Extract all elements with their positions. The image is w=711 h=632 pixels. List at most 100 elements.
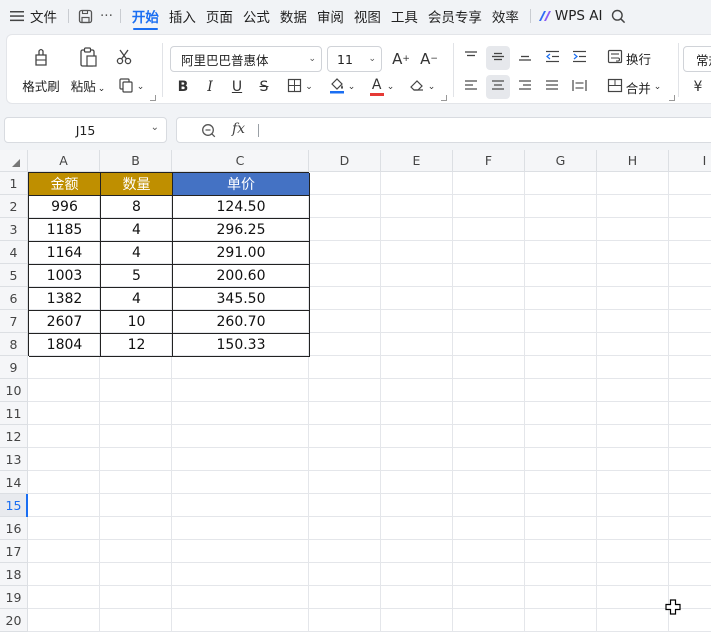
tab-home[interactable]: 开始 xyxy=(127,0,164,32)
column-header-g[interactable]: G xyxy=(525,150,597,172)
align-middle-button[interactable] xyxy=(486,46,510,70)
table-cell[interactable]: 4 xyxy=(101,288,173,311)
table-cell[interactable]: 1804 xyxy=(29,334,101,357)
row-header-16[interactable]: 16 xyxy=(0,517,28,540)
name-box[interactable]: J15 ⌄ xyxy=(4,117,167,143)
tab-tools[interactable]: 工具 xyxy=(386,0,423,32)
column-header-i[interactable]: I xyxy=(669,150,711,172)
header-cell-amount[interactable]: 金额 xyxy=(29,173,101,196)
paste-button[interactable]: 粘贴 ⌄ xyxy=(67,43,109,97)
row-header-14[interactable]: 14 xyxy=(0,471,28,494)
align-center-button[interactable] xyxy=(486,75,510,99)
zoom-icon[interactable] xyxy=(201,123,216,142)
merge-cells-button[interactable]: 合并 ⌄ xyxy=(601,75,667,99)
select-all-corner[interactable] xyxy=(0,150,28,172)
search-icon[interactable] xyxy=(607,9,629,24)
row-header-17[interactable]: 17 xyxy=(0,540,28,563)
column-header-e[interactable]: E xyxy=(381,150,453,172)
row-header-19[interactable]: 19 xyxy=(0,586,28,609)
row-header-8[interactable]: 8 xyxy=(0,333,28,356)
tab-formulas[interactable]: 公式 xyxy=(238,0,275,32)
table-cell[interactable]: 200.60 xyxy=(173,265,310,288)
table-cell[interactable]: 150.33 xyxy=(173,334,310,357)
align-right-button[interactable] xyxy=(513,75,537,99)
alignment-group-launcher[interactable] xyxy=(669,95,675,101)
row-header-18[interactable]: 18 xyxy=(0,563,28,586)
tab-efficiency[interactable]: 效率 xyxy=(487,0,524,32)
column-header-a[interactable]: A xyxy=(28,150,100,172)
tab-view[interactable]: 视图 xyxy=(349,0,386,32)
borders-button[interactable]: ⌄ xyxy=(283,75,317,99)
tab-review[interactable]: 审阅 xyxy=(312,0,349,32)
fx-icon[interactable]: fx xyxy=(232,121,245,137)
spreadsheet-grid[interactable]: A B C D E F G H I 1 2 3 4 5 6 7 8 9 10 1… xyxy=(0,150,711,632)
table-cell[interactable]: 1164 xyxy=(29,242,101,265)
tab-data[interactable]: 数据 xyxy=(275,0,312,32)
header-cell-quantity[interactable]: 数量 xyxy=(101,173,173,196)
decrease-font-size-button[interactable]: A − xyxy=(417,46,441,72)
clear-format-button[interactable]: ⌄ xyxy=(405,75,439,99)
table-cell[interactable]: 8 xyxy=(101,196,173,219)
copy-button[interactable]: ⌄ xyxy=(113,75,149,99)
file-menu[interactable]: 文件 xyxy=(28,0,62,32)
increase-font-size-button[interactable]: A + xyxy=(389,46,413,72)
font-family-select[interactable]: 阿里巴巴普惠体 ⌄ xyxy=(170,46,322,72)
table-cell[interactable]: 291.00 xyxy=(173,242,310,265)
table-cell[interactable]: 4 xyxy=(101,242,173,265)
fill-color-button[interactable]: ⌄ xyxy=(325,75,359,99)
row-header-4[interactable]: 4 xyxy=(0,241,28,264)
row-header-6[interactable]: 6 xyxy=(0,287,28,310)
underline-button[interactable]: U xyxy=(226,75,248,99)
column-header-b[interactable]: B xyxy=(100,150,172,172)
save-icon[interactable] xyxy=(75,9,95,24)
format-painter-button[interactable]: 格式刷 xyxy=(17,43,65,97)
table-cell[interactable]: 10 xyxy=(101,311,173,334)
formula-input[interactable]: fx xyxy=(176,117,711,143)
number-format-select[interactable]: 常规 xyxy=(683,46,711,72)
distributed-align-button[interactable] xyxy=(567,75,591,99)
table-cell[interactable]: 4 xyxy=(101,219,173,242)
table-cell[interactable]: 2607 xyxy=(29,311,101,334)
column-header-h[interactable]: H xyxy=(597,150,669,172)
column-header-c[interactable]: C xyxy=(172,150,309,172)
table-cell[interactable]: 1185 xyxy=(29,219,101,242)
italic-button[interactable]: I xyxy=(199,75,221,99)
tab-page[interactable]: 页面 xyxy=(201,0,238,32)
row-header-10[interactable]: 10 xyxy=(0,379,28,402)
tab-insert[interactable]: 插入 xyxy=(164,0,201,32)
row-header-5[interactable]: 5 xyxy=(0,264,28,287)
cut-button[interactable] xyxy=(111,46,137,72)
align-top-button[interactable] xyxy=(459,46,483,70)
table-cell[interactable]: 296.25 xyxy=(173,219,310,242)
row-header-20[interactable]: 20 xyxy=(0,609,28,632)
table-cell[interactable]: 996 xyxy=(29,196,101,219)
row-header-9[interactable]: 9 xyxy=(0,356,28,379)
row-header-15[interactable]: 15 xyxy=(0,494,28,517)
wps-ai-button[interactable]: WPS AI xyxy=(553,0,608,32)
font-group-launcher[interactable] xyxy=(441,95,447,101)
row-header-12[interactable]: 12 xyxy=(0,425,28,448)
table-cell[interactable]: 260.70 xyxy=(173,311,310,334)
table-cell[interactable]: 1382 xyxy=(29,288,101,311)
table-cell[interactable]: 5 xyxy=(101,265,173,288)
font-color-button[interactable]: A ⌄ xyxy=(365,75,399,99)
row-header-13[interactable]: 13 xyxy=(0,448,28,471)
row-header-11[interactable]: 11 xyxy=(0,402,28,425)
header-cell-unit-price[interactable]: 单价 xyxy=(173,173,310,196)
strikethrough-button[interactable]: S xyxy=(253,75,275,99)
currency-format-button[interactable]: ¥ xyxy=(687,75,709,99)
row-header-1[interactable]: 1 xyxy=(0,172,28,195)
font-size-select[interactable]: 11 ⌄ xyxy=(327,46,382,72)
row-header-2[interactable]: 2 xyxy=(0,195,28,218)
align-left-button[interactable] xyxy=(459,75,483,99)
table-cell[interactable]: 12 xyxy=(101,334,173,357)
tab-member[interactable]: 会员专享 xyxy=(423,0,487,32)
bold-button[interactable]: B xyxy=(172,75,194,99)
row-header-7[interactable]: 7 xyxy=(0,310,28,333)
decrease-indent-button[interactable] xyxy=(540,46,564,70)
table-cell[interactable]: 345.50 xyxy=(173,288,310,311)
wrap-text-button[interactable]: 换行 xyxy=(601,46,657,70)
table-cell[interactable]: 1003 xyxy=(29,265,101,288)
column-header-d[interactable]: D xyxy=(309,150,381,172)
more-options-button[interactable]: ··· xyxy=(95,0,118,32)
